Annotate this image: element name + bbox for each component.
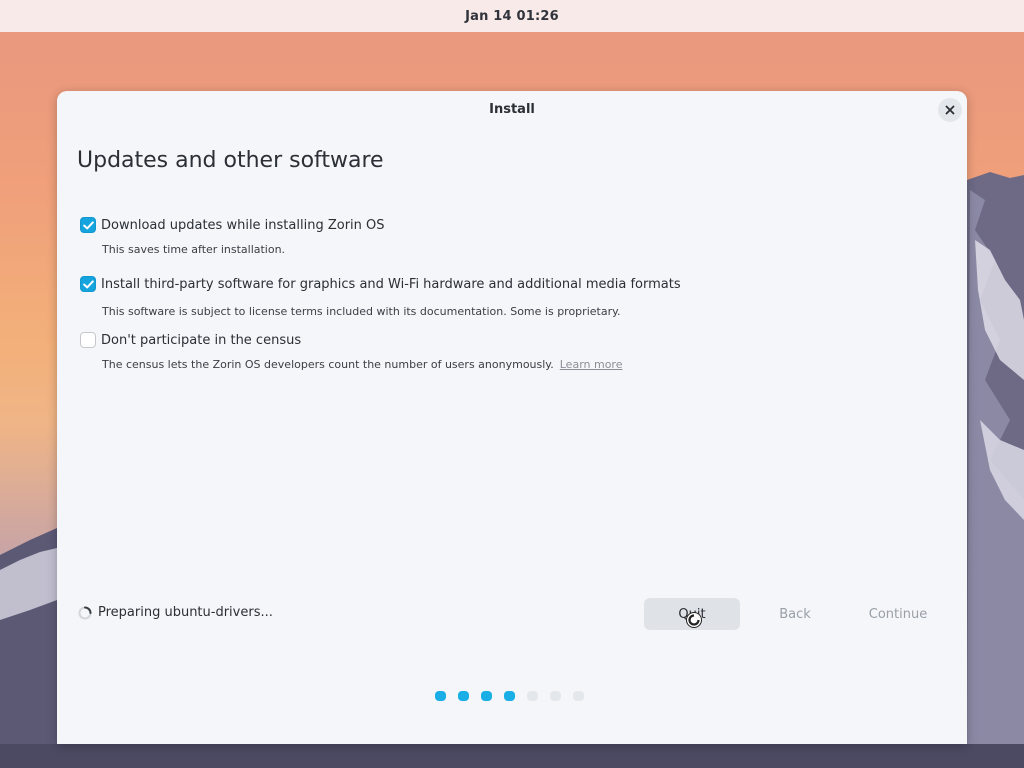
progress-dot [573,691,584,701]
census-label[interactable]: Don't participate in the census [101,333,301,348]
title-bar: Install [57,91,967,127]
option-census[interactable]: Don't participate in the census [80,332,301,348]
census-checkbox[interactable] [80,332,96,348]
progress-dots [435,691,596,701]
status-area: Preparing ubuntu-drivers... [78,605,273,620]
continue-button[interactable]: Continue [850,598,946,630]
desktop: Jan 14 01:26 Install Updates and other s… [0,0,1024,768]
download-updates-label[interactable]: Download updates while installing Zorin … [101,218,385,233]
close-button[interactable] [938,98,962,122]
progress-dot [481,691,492,701]
check-icon [82,220,94,229]
quit-button[interactable]: Quit [644,598,740,630]
progress-dot [504,691,515,701]
clock[interactable]: Jan 14 01:26 [465,9,559,24]
spinner-icon [78,606,92,619]
third-party-description: This software is subject to license term… [102,305,621,318]
window-title: Install [489,101,535,117]
check-icon [82,279,94,288]
download-updates-description: This saves time after installation. [102,243,286,256]
third-party-checkbox[interactable] [80,276,96,292]
back-button[interactable]: Back [750,598,840,630]
installer-window: Install Updates and other software Downl… [57,91,967,744]
close-icon [945,105,955,115]
option-third-party[interactable]: Install third-party software for graphic… [80,276,681,292]
third-party-label[interactable]: Install third-party software for graphic… [101,277,681,292]
census-description-text: The census lets the Zorin OS developers … [102,358,554,371]
progress-dot [435,691,446,701]
progress-dot [527,691,538,701]
status-text: Preparing ubuntu-drivers... [98,605,273,620]
top-bar: Jan 14 01:26 [0,0,1024,32]
learn-more-link[interactable]: Learn more [560,358,623,371]
download-updates-checkbox[interactable] [80,217,96,233]
census-description: The census lets the Zorin OS developers … [102,358,622,371]
page-heading: Updates and other software [77,148,384,173]
progress-dot [550,691,561,701]
option-download-updates[interactable]: Download updates while installing Zorin … [80,217,385,233]
progress-dot [458,691,469,701]
